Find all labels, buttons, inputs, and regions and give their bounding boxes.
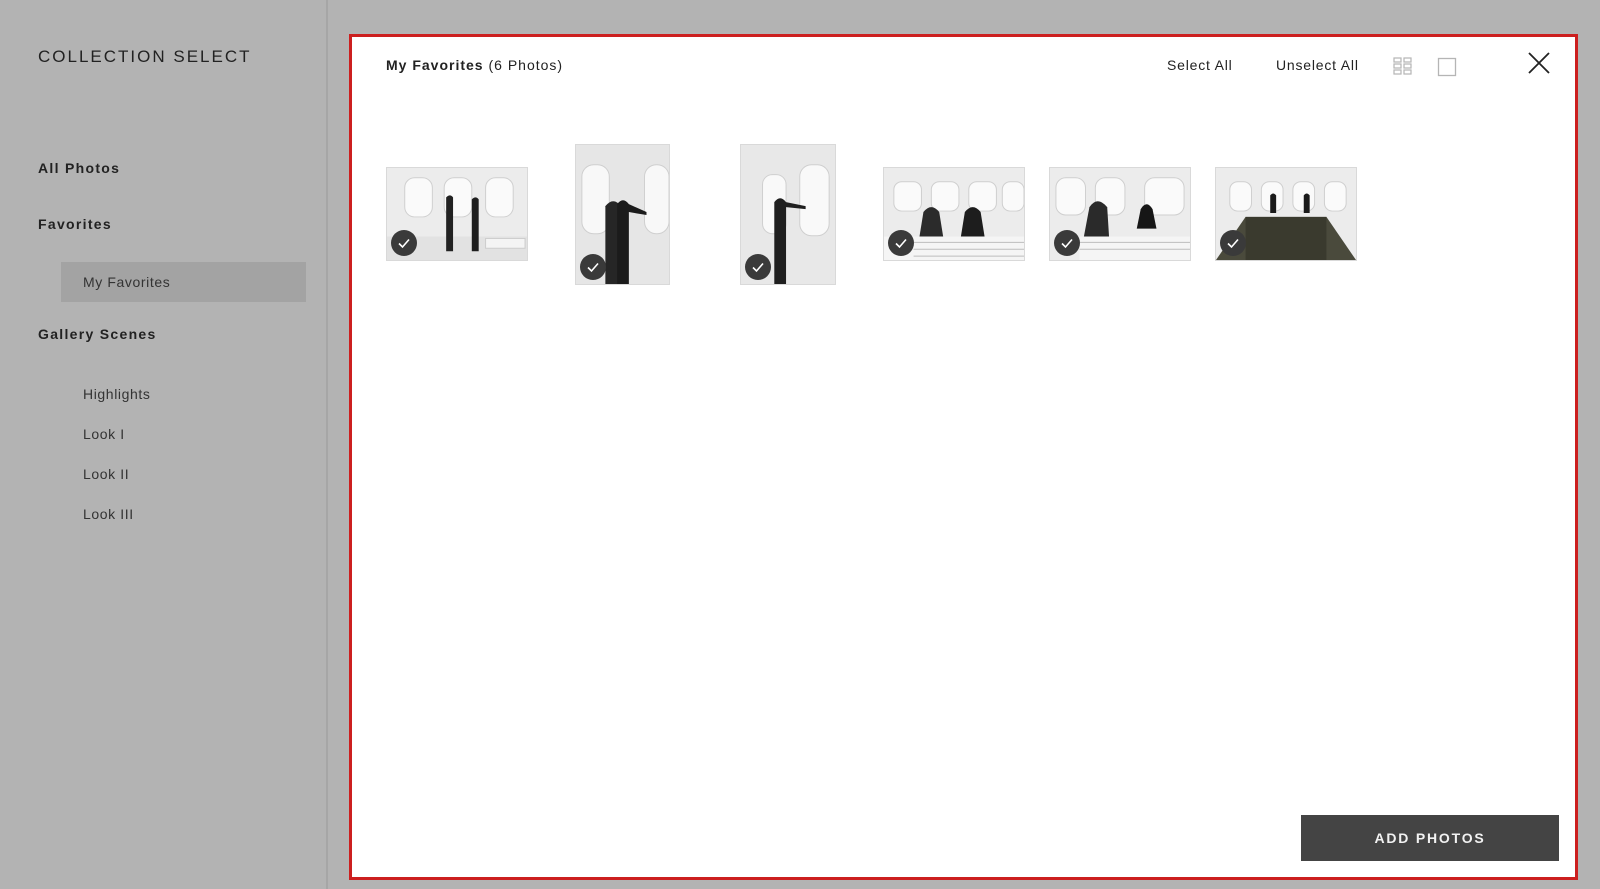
collection-name: My Favorites [386, 57, 484, 73]
close-icon[interactable] [1525, 49, 1553, 77]
selected-check-icon[interactable] [1220, 230, 1246, 256]
photo-thumbnail[interactable] [1049, 167, 1191, 261]
nav-gallery-scenes[interactable]: Gallery Scenes [38, 326, 157, 342]
selected-check-icon[interactable] [745, 254, 771, 280]
nav-scene-look-2[interactable]: Look II [61, 454, 306, 494]
selected-check-icon[interactable] [580, 254, 606, 280]
nav-favorites[interactable]: Favorites [38, 216, 112, 232]
nav-scene-look-1[interactable]: Look I [61, 414, 306, 454]
grid-view-icon[interactable] [1392, 55, 1414, 77]
selected-check-icon[interactable] [888, 230, 914, 256]
photo-thumbnail[interactable] [575, 144, 670, 285]
favorites-panel: My Favorites (6 Photos) Select All Unsel… [349, 34, 1578, 880]
brand-logo: COLLECTION SELECT [38, 47, 252, 66]
photo-thumbnail[interactable] [1215, 167, 1357, 261]
nav-scene-look-3[interactable]: Look III [61, 494, 306, 534]
photo-thumbnail[interactable] [386, 167, 528, 261]
add-photos-button[interactable]: ADD PHOTOS [1301, 815, 1559, 861]
single-view-icon[interactable] [1436, 55, 1458, 77]
sidebar: COLLECTION SELECT All Photos Favorites M… [0, 0, 328, 889]
nav-all-photos[interactable]: All Photos [38, 160, 120, 176]
nav-my-favorites[interactable]: My Favorites [61, 262, 306, 302]
selected-check-icon[interactable] [1054, 230, 1080, 256]
photo-thumbnail[interactable] [740, 144, 836, 285]
photo-thumbnail[interactable] [883, 167, 1025, 261]
photo-count: (6 Photos) [488, 57, 564, 73]
panel-title: My Favorites (6 Photos) [386, 57, 563, 73]
unselect-all-button[interactable]: Unselect All [1276, 57, 1359, 73]
nav-scene-highlights[interactable]: Highlights [61, 374, 306, 414]
select-all-button[interactable]: Select All [1167, 57, 1233, 73]
selected-check-icon[interactable] [391, 230, 417, 256]
